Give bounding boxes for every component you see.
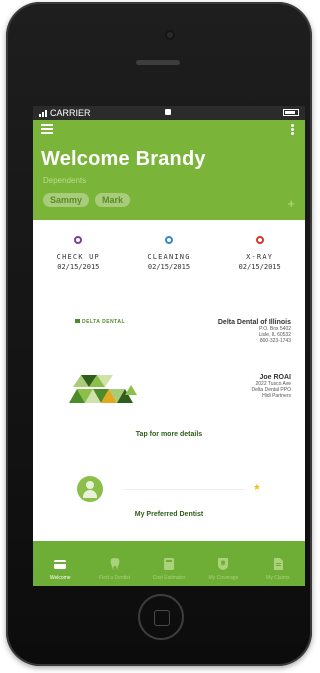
tab-label: Find a Dentist bbox=[99, 575, 131, 581]
dependent-chip-sammy[interactable]: Sammy bbox=[43, 193, 90, 207]
battery-icon bbox=[283, 109, 299, 116]
status-ring-icon bbox=[255, 236, 264, 244]
preferred-dentist-label: My Preferred Dentist bbox=[134, 511, 204, 518]
appointment-check-up[interactable]: CHECK UP 02/15/2015 bbox=[38, 236, 118, 271]
camera-icon bbox=[165, 30, 175, 40]
status-bar: CARRIER bbox=[33, 106, 305, 120]
document-icon bbox=[273, 558, 283, 570]
app-screen: CARRIER Welcome Brandy Dependents Sammy … bbox=[33, 106, 305, 586]
card-pattern-graphic bbox=[69, 375, 137, 403]
appointment-title: CLEANING bbox=[147, 253, 191, 261]
add-dependent-button[interactable]: + bbox=[287, 196, 295, 211]
insurer-info: Delta Dental of Illinois P.O. Box 5402 L… bbox=[151, 319, 291, 344]
appointment-title: CHECK UP bbox=[56, 253, 100, 261]
insurer-line: 800-323-1743 bbox=[259, 338, 291, 344]
tab-find-a-dentist[interactable]: Find a Dentist bbox=[87, 541, 141, 586]
appointment-date: 02/15/2015 bbox=[57, 263, 100, 271]
signal-icon bbox=[39, 109, 47, 117]
dependents-label: Dependents bbox=[43, 176, 87, 185]
tab-cost-estimator[interactable]: Cost Estimator bbox=[142, 541, 196, 586]
tab-label: My Coverage bbox=[208, 575, 239, 581]
delta-dental-logo: DELTA DENTAL bbox=[75, 319, 125, 325]
more-options-icon[interactable] bbox=[291, 124, 295, 136]
status-ring-icon bbox=[74, 236, 83, 244]
card-details-link[interactable]: Tap for more details bbox=[33, 431, 305, 438]
status-ring-icon bbox=[164, 236, 173, 244]
member-line: Hidi Partners bbox=[262, 393, 291, 399]
dentist-divider bbox=[123, 489, 245, 490]
tooth-shield-icon bbox=[218, 558, 229, 570]
tab-welcome[interactable]: Welcome bbox=[33, 541, 87, 586]
bottom-tab-bar: Welcome Find a Dentist Cost Estimator My… bbox=[33, 541, 305, 586]
home-button[interactable] bbox=[138, 594, 184, 640]
tab-my-claims[interactable]: My Claims bbox=[251, 541, 305, 586]
welcome-header: Welcome Brandy Dependents Sammy Mark + bbox=[33, 120, 305, 220]
appointment-date: 02/15/2015 bbox=[147, 263, 191, 271]
tab-label: My Claims bbox=[266, 575, 290, 581]
appointment-cleaning[interactable]: CLEANING 02/15/2015 bbox=[129, 236, 209, 271]
phone-device: CARRIER Welcome Brandy Dependents Sammy … bbox=[6, 2, 312, 666]
carrier-name: CARRIER bbox=[50, 108, 91, 118]
appointment-title: X-RAY bbox=[246, 253, 274, 261]
card-icon bbox=[54, 560, 67, 569]
tab-label: Cost Estimator bbox=[152, 575, 186, 581]
lock-icon bbox=[165, 109, 171, 115]
hamburger-menu-icon[interactable] bbox=[41, 124, 53, 134]
page-title: Welcome Brandy bbox=[41, 148, 206, 170]
appointment-date: 02/15/2015 bbox=[238, 263, 281, 271]
speaker-grille bbox=[136, 60, 180, 65]
dependents-list: Sammy Mark bbox=[43, 193, 131, 207]
tab-my-coverage[interactable]: My Coverage bbox=[196, 541, 250, 586]
insurer-name: Delta Dental of Illinois bbox=[217, 319, 291, 326]
preferred-dentist-section[interactable]: ★ My Preferred Dentist bbox=[33, 464, 305, 540]
carrier-indicator: CARRIER bbox=[39, 108, 91, 118]
member-info: Joe ROAI 2022 Tusco Ave Delta Dental PPO… bbox=[191, 374, 291, 399]
tab-label: Welcome bbox=[49, 575, 71, 581]
tooth-icon bbox=[110, 558, 119, 570]
calculator-icon bbox=[164, 558, 175, 570]
insurance-card[interactable]: DELTA DENTAL Delta Dental of Illinois P.… bbox=[33, 279, 305, 464]
appointments-row: CHECK UP 02/15/2015 CLEANING 02/15/2015 … bbox=[33, 220, 305, 279]
dependent-chip-mark[interactable]: Mark bbox=[95, 193, 131, 207]
member-name: Joe ROAI bbox=[259, 374, 291, 381]
star-icon[interactable]: ★ bbox=[253, 482, 261, 493]
dentist-avatar-icon bbox=[77, 476, 103, 502]
appointment-x-ray[interactable]: X-RAY 02/15/2015 bbox=[220, 236, 300, 271]
